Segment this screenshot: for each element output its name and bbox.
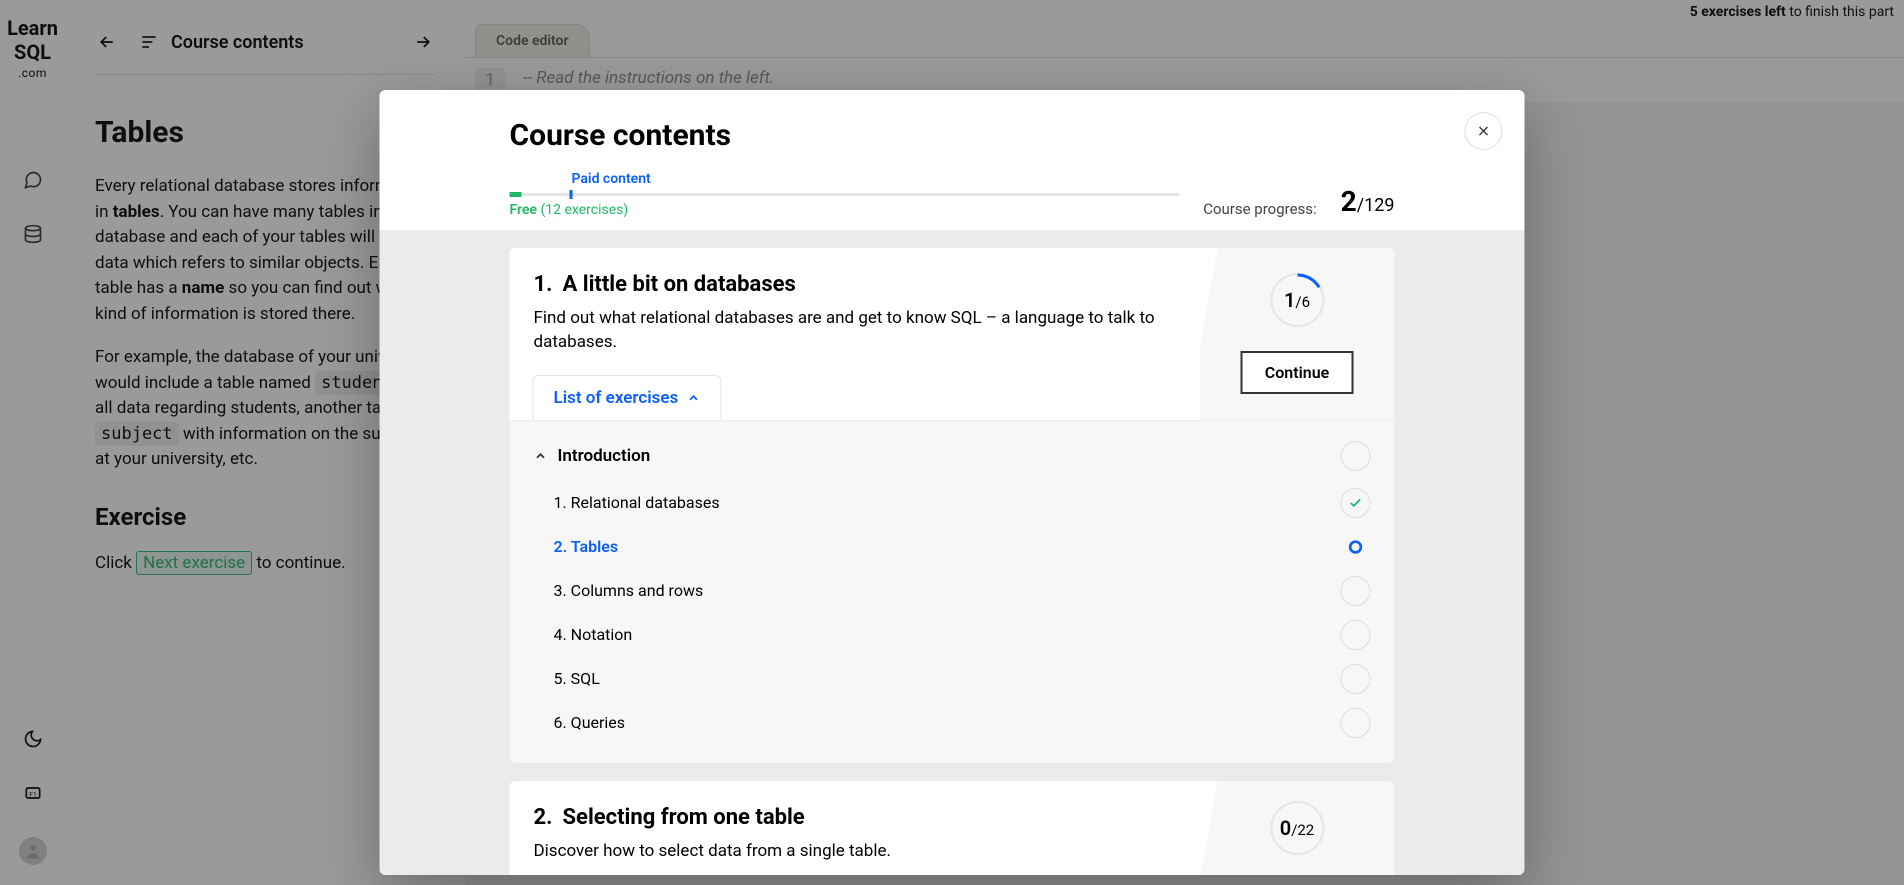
course-contents-modal: Course contents Paid content Free (12 ex… <box>380 90 1525 875</box>
section-title: Selecting from one table <box>563 805 805 830</box>
current-indicator-icon <box>1341 532 1371 562</box>
section-desc: Discover how to select data from a singl… <box>534 840 1176 864</box>
free-label: Free (12 exercises) <box>510 202 1180 218</box>
chevron-up-icon <box>534 449 548 463</box>
close-button[interactable] <box>1465 112 1503 150</box>
exercise-item[interactable]: 5. SQL <box>534 657 1371 701</box>
check-icon <box>1341 488 1371 518</box>
section-title: A little bit on databases <box>563 272 796 297</box>
section-card-2: 2. Selecting from one table Discover how… <box>510 781 1395 875</box>
exercise-group-header[interactable]: Introduction <box>534 431 1371 481</box>
status-circle <box>1341 620 1371 650</box>
progress-bar <box>510 193 1180 196</box>
exercise-item[interactable]: 6. Queries <box>534 701 1371 745</box>
status-circle <box>1341 441 1371 471</box>
course-progress-value: 2/129 <box>1341 185 1395 218</box>
course-progress-label: Course progress: <box>1203 200 1316 218</box>
section-progress-ring: 0/22 <box>1270 801 1324 855</box>
status-circle <box>1341 708 1371 738</box>
section-card-1: 1. A little bit on databases Find out wh… <box>510 248 1395 763</box>
paid-content-label: Paid content <box>572 171 651 193</box>
close-icon <box>1476 123 1492 139</box>
status-circle <box>1341 664 1371 694</box>
continue-button[interactable]: Continue <box>1241 351 1353 394</box>
section-progress-ring: 1/6 <box>1270 273 1324 327</box>
section-number: 2. <box>534 805 553 830</box>
list-of-exercises-toggle[interactable]: List of exercises <box>533 375 722 420</box>
exercise-item[interactable]: 4. Notation <box>534 613 1371 657</box>
section-number: 1. <box>534 272 553 297</box>
status-circle <box>1341 576 1371 606</box>
chevron-up-icon <box>686 391 700 405</box>
exercise-item-current[interactable]: 2. Tables <box>534 525 1371 569</box>
exercise-item[interactable]: 1. Relational databases <box>534 481 1371 525</box>
exercise-item[interactable]: 3. Columns and rows <box>534 569 1371 613</box>
section-desc: Find out what relational databases are a… <box>534 307 1176 355</box>
modal-title: Course contents <box>510 118 1395 153</box>
